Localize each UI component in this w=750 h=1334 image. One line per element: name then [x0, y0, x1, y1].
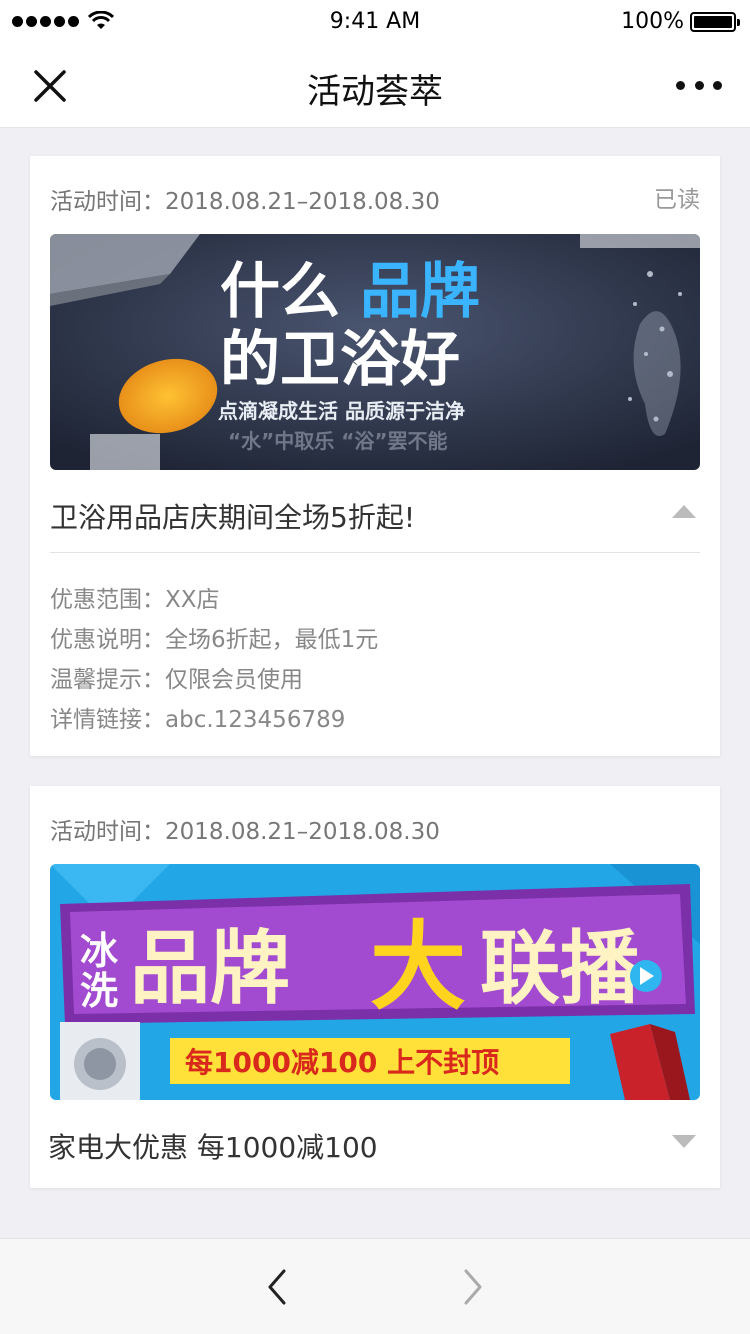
more-options-icon[interactable]: [676, 70, 722, 100]
forward-arrow-icon[interactable]: [452, 1267, 492, 1307]
svg-text:什么: 什么: [220, 257, 340, 327]
svg-text:大: 大: [370, 911, 466, 1023]
svg-text:冰: 冰: [80, 929, 119, 973]
detail-link[interactable]: 详情链接：abc.123456789: [50, 700, 378, 740]
promotion-details: 优惠范围：XX店 优惠说明：全场6折起，最低1元 温馨提示：仅限会员使用 详情链…: [50, 580, 378, 740]
promotion-card[interactable]: 活动时间：2018.08.21–2018.08.30 已读 什么 品牌 的卫浴好…: [30, 156, 720, 756]
promotion-title: 卫浴用品店庆期间全场5折起!: [50, 501, 416, 534]
battery-percent: 100%: [621, 9, 684, 34]
bottom-toolbar: [0, 1238, 750, 1334]
detail-scope: 优惠范围：XX店: [50, 587, 220, 613]
back-arrow-icon[interactable]: [258, 1267, 298, 1307]
svg-text:的卫浴好: 的卫浴好: [220, 325, 460, 395]
status-bar: 9:41 AM 100%: [0, 0, 750, 44]
read-badge: 已读: [654, 187, 700, 213]
page-title: 活动荟萃: [307, 72, 443, 112]
battery-icon: [690, 11, 740, 32]
collapse-arrow-icon[interactable]: [672, 505, 696, 518]
promotion-title: 家电大优惠 每1000减100: [48, 1131, 378, 1164]
divider: [50, 552, 700, 553]
activity-time: 活动时间：2018.08.21–2018.08.30: [50, 189, 440, 215]
detail-description: 优惠说明：全场6折起，最低1元: [50, 627, 379, 653]
svg-text:每1000减100 上不封顶: 每1000减100 上不封顶: [185, 1046, 499, 1079]
svg-text:点滴凝成生活 品质源于洁净: 点滴凝成生活 品质源于洁净: [218, 399, 465, 423]
svg-text:“水”中取乐 “浴”罢不能: “水”中取乐 “浴”罢不能: [228, 429, 448, 453]
svg-text:品牌: 品牌: [360, 257, 480, 327]
promotion-banner-image[interactable]: 什么 品牌 的卫浴好 点滴凝成生活 品质源于洁净 “水”中取乐 “浴”罢不能: [50, 234, 700, 470]
svg-text:洗: 洗: [80, 969, 118, 1013]
expand-arrow-icon[interactable]: [672, 1135, 696, 1148]
promotion-banner-image[interactable]: 冰 洗 品牌 大 联播 每1000减100 上不封顶: [50, 864, 700, 1100]
nav-bar: 活动荟萃: [0, 44, 750, 128]
detail-tip: 温馨提示：仅限会员使用: [50, 667, 303, 693]
promotion-card[interactable]: 活动时间：2018.08.21–2018.08.30 冰 洗 品牌 大 联播 每…: [30, 786, 720, 1188]
svg-text:品牌: 品牌: [130, 922, 290, 1015]
activity-time: 活动时间：2018.08.21–2018.08.30: [50, 819, 440, 845]
svg-text:联播: 联播: [480, 922, 641, 1015]
